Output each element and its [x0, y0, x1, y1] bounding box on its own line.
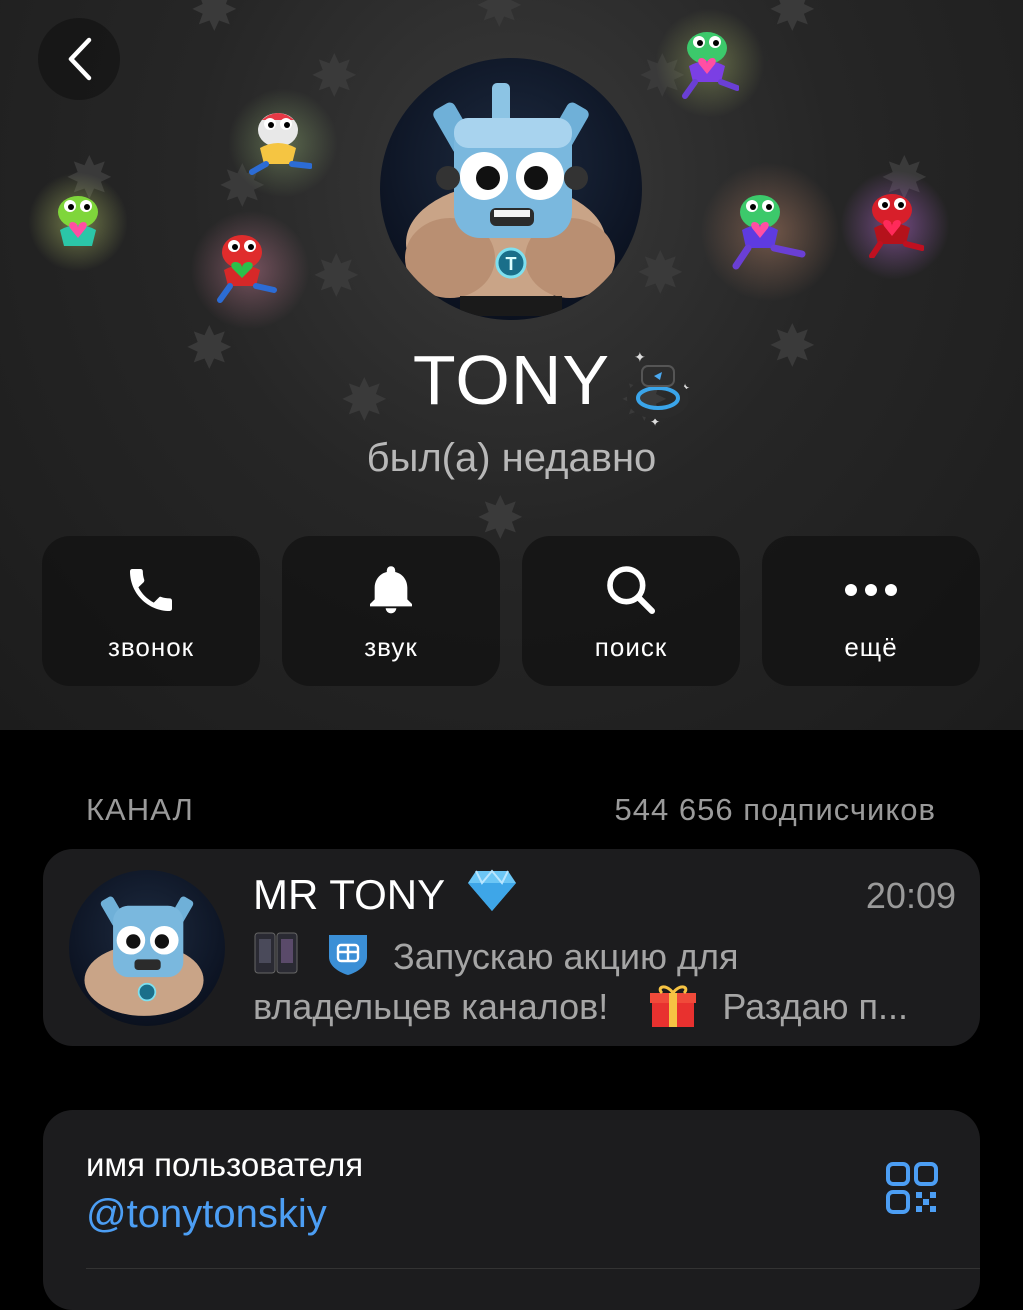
- gift-box-icon: [650, 985, 697, 1027]
- sound-label: звук: [364, 632, 418, 662]
- channel-post-text-1: Запускаю акцию для: [393, 936, 739, 977]
- qr-code-icon[interactable]: [886, 1162, 938, 1214]
- more-label: ещё: [844, 632, 898, 662]
- more-icon: [845, 584, 897, 596]
- profile-header: ✸ ✸ ✸ ✸ ✸ ✸ ✸ ✸ ✸ ✸ ✸ ✸ ✸ ✸ ✸: [0, 0, 1023, 730]
- gift-icon[interactable]: [655, 8, 765, 118]
- sound-button[interactable]: звук: [282, 536, 500, 686]
- chevron-left-icon: [68, 37, 92, 81]
- profile-avatar[interactable]: T: [380, 58, 642, 320]
- ring-gift-icon[interactable]: ✦ ✦ ✦: [624, 352, 694, 426]
- gift-icon[interactable]: [228, 88, 338, 198]
- shield-gift-icon: [329, 935, 368, 975]
- subscribers-count: 544 656 подписчиков: [614, 792, 936, 827]
- profile-status: был(а) недавно: [366, 436, 657, 480]
- pattern-icon: ✸: [190, 0, 239, 43]
- more-button[interactable]: ещё: [762, 536, 980, 686]
- username-label: имя пользователя: [86, 1146, 364, 1183]
- pattern-icon: ✸: [312, 244, 361, 309]
- search-button[interactable]: поиск: [522, 536, 740, 686]
- gift-icon[interactable]: [700, 162, 840, 302]
- divider: [86, 1268, 980, 1269]
- channel-post-line-1: Запускаю акцию для: [253, 929, 738, 978]
- phone-icon: [130, 569, 172, 611]
- profile-name-row: TONY ✦ ✦ ✦: [0, 340, 1023, 426]
- gift-icon[interactable]: [28, 172, 128, 272]
- robot-avatar-image: T: [405, 83, 615, 316]
- gift-icon[interactable]: [840, 170, 950, 280]
- pattern-icon: ✸: [475, 0, 524, 39]
- pattern-icon: ✸: [768, 0, 817, 43]
- channel-card[interactable]: MR TONY 20:09 Запускаю акцию для владель…: [43, 849, 980, 1046]
- username-link[interactable]: @tonytonskiy: [86, 1192, 327, 1237]
- channel-name: MR TONY: [253, 871, 445, 918]
- search-icon: [607, 566, 656, 615]
- gift-icon[interactable]: [190, 210, 310, 330]
- channel-avatar: [69, 870, 225, 1026]
- call-button[interactable]: звонок: [42, 536, 260, 686]
- pattern-icon: ✸: [310, 44, 359, 109]
- profile-name: TONY: [412, 341, 611, 419]
- call-label: звонок: [107, 632, 195, 662]
- phones-thumbnail-icon: [254, 932, 298, 974]
- back-button[interactable]: [38, 18, 120, 100]
- svg-text:T: T: [506, 254, 517, 274]
- pattern-icon: ✸: [636, 241, 685, 306]
- channel-title: MR TONY: [253, 869, 518, 919]
- diamond-icon: [468, 869, 517, 911]
- robot-avatar-image: [84, 896, 204, 1016]
- channel-section-title: КАНАЛ: [86, 792, 194, 827]
- channel-post-line-2: владельцев каналов! Раздаю п...: [253, 981, 908, 1029]
- channel-post-text-2: владельцев каналов!: [253, 986, 609, 1027]
- channel-post-time: 20:09: [865, 875, 956, 916]
- channel-post-text-3: Раздаю п...: [722, 986, 909, 1027]
- svg-text:✦: ✦: [634, 352, 647, 366]
- username-card[interactable]: имя пользователя @tonytonskiy: [43, 1110, 980, 1310]
- bell-icon: [370, 566, 412, 614]
- search-label: поиск: [594, 632, 668, 662]
